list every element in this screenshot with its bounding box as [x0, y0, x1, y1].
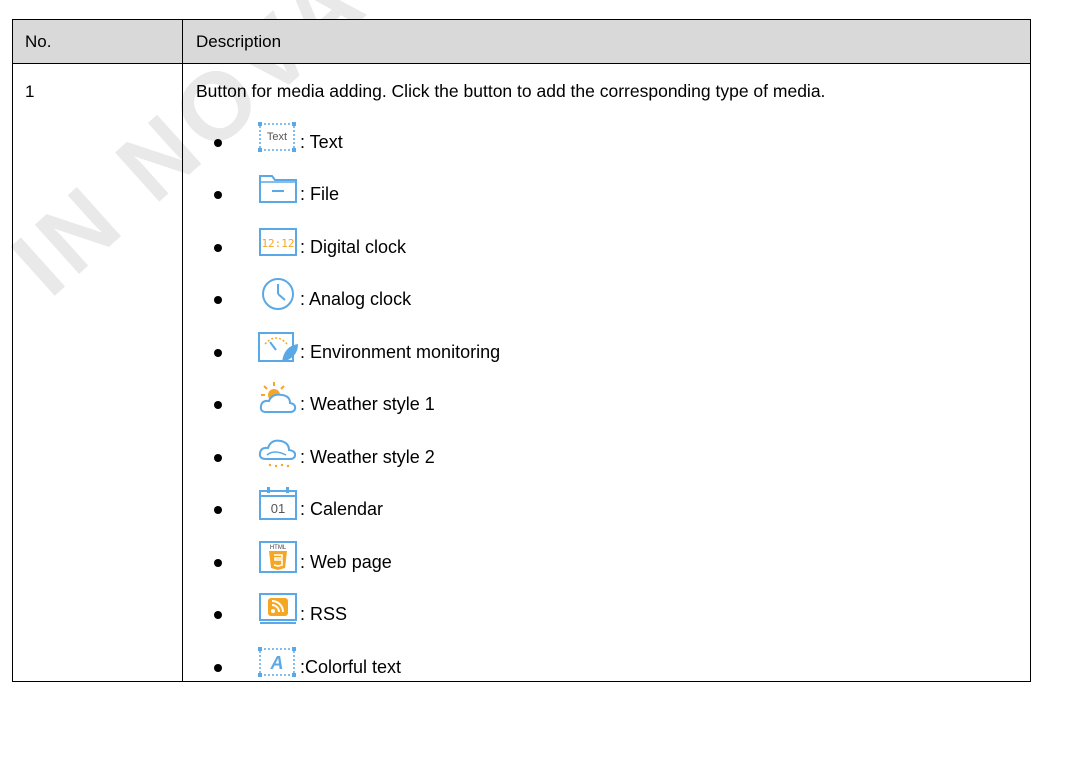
bullet-icon — [214, 138, 222, 147]
svg-text:01: 01 — [271, 501, 285, 516]
bullet-icon — [214, 558, 222, 567]
description-cell: Button for media adding. Click the butto… — [182, 63, 1031, 682]
weather-style-1-icon — [256, 380, 300, 416]
header-description: Description — [182, 19, 1031, 64]
analog-clock-icon — [256, 275, 300, 311]
colorful-text-icon: A — [256, 643, 300, 679]
list-item: : Weather style 1 — [196, 366, 1010, 419]
list-item: : Analog clock — [196, 261, 1010, 314]
list-item-label: : Text — [300, 131, 343, 152]
web-page-icon: HTML — [256, 538, 300, 574]
header-no: No. — [12, 19, 183, 64]
bullet-icon — [214, 296, 222, 304]
rss-icon — [256, 590, 300, 626]
list-item: : Environment monitoring — [196, 313, 1010, 366]
description-text: Button for media adding. Click the butto… — [196, 81, 826, 101]
list-item-label: : File — [300, 184, 340, 204]
bullet-icon — [214, 348, 222, 357]
list-item-label: : Environment monitoring — [300, 341, 501, 362]
list-item: 12:12 : Digital clock — [196, 208, 1010, 261]
list-item-label: : Weather style 1 — [300, 394, 435, 414]
row-number: 1 — [12, 63, 183, 682]
list-item-label: :Colorful text — [300, 656, 402, 677]
table-header-row: No. Description — [12, 19, 1031, 64]
svg-text:12:12: 12:12 — [261, 237, 294, 250]
list-item: 01 : Calendar — [196, 471, 1010, 524]
media-type-list: Text : Text : File 12:12 : Digital clock :… — [196, 103, 1010, 681]
list-item: A :Colorful text — [196, 628, 1010, 681]
svg-text:HTML: HTML — [270, 545, 287, 551]
text-icon: Text — [256, 118, 300, 154]
list-item-label: : Digital clock — [300, 236, 407, 257]
file-icon — [256, 170, 300, 206]
digital-clock-icon: 12:12 — [256, 223, 300, 259]
bullet-icon — [214, 611, 222, 619]
list-item-label: : Weather style 2 — [300, 446, 435, 467]
list-item: HTML : Web page — [196, 523, 1010, 576]
bullet-icon — [214, 453, 222, 462]
calendar-icon: 01 — [256, 485, 300, 521]
list-item: : Weather style 2 — [196, 418, 1010, 471]
list-item: : RSS — [196, 576, 1010, 629]
list-item-label: : Analog clock — [300, 289, 412, 309]
table-row: 1 Button for media adding. Click the but… — [12, 63, 1031, 682]
svg-text:A: A — [270, 653, 284, 673]
environment-monitoring-icon — [256, 328, 300, 364]
list-item: : File — [196, 156, 1010, 209]
bullet-icon — [214, 243, 222, 252]
bullet-icon — [214, 506, 222, 514]
weather-style-2-icon — [256, 433, 300, 469]
list-item-label: : Calendar — [300, 499, 384, 519]
bullet-icon — [214, 663, 222, 672]
list-item: Text : Text — [196, 103, 1010, 156]
list-item-label: : Web page — [300, 551, 392, 572]
description-table: No. Description 1 Button for media addin… — [12, 19, 1031, 682]
list-item-label: : RSS — [300, 604, 348, 624]
bullet-icon — [214, 191, 222, 199]
bullet-icon — [214, 401, 222, 409]
svg-text:Text: Text — [267, 131, 287, 143]
